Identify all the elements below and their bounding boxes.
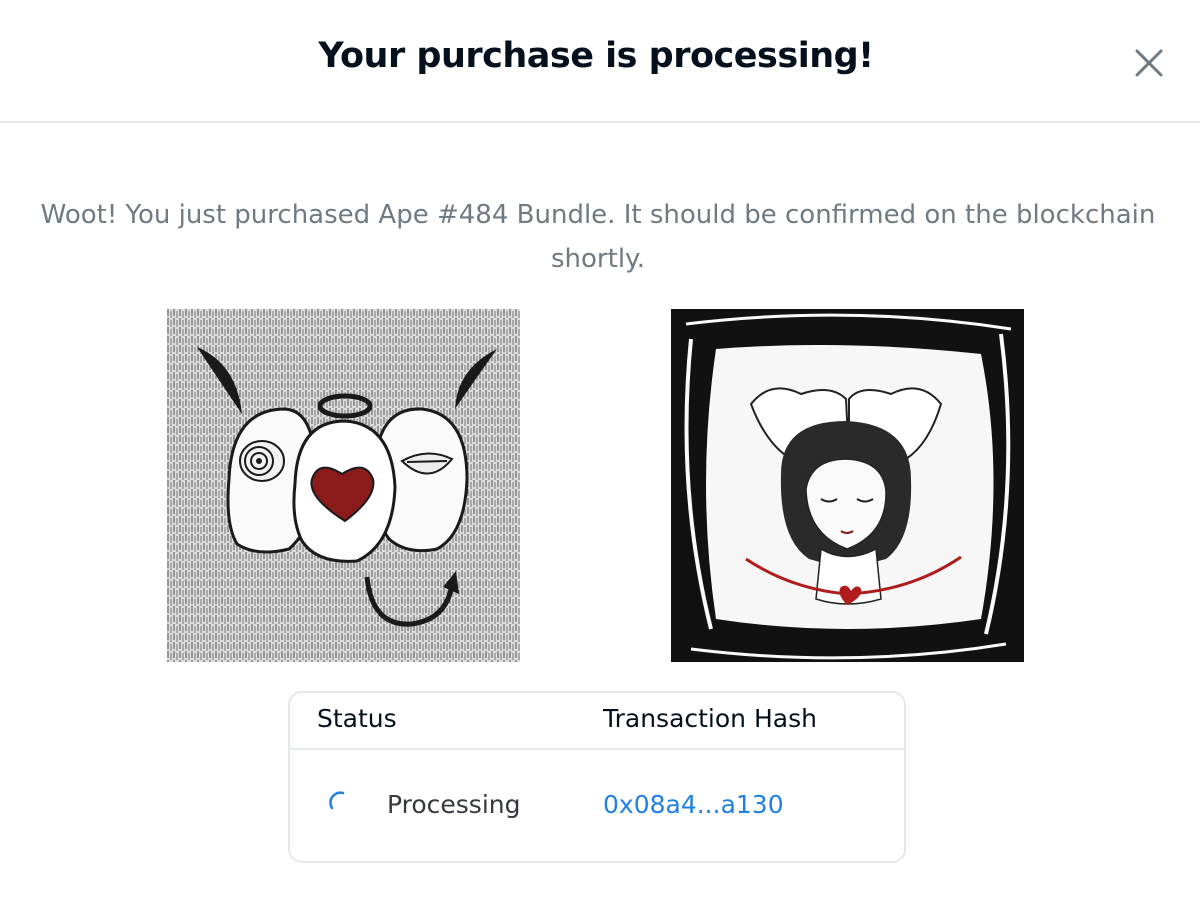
modal-title: Your purchase is processing!	[318, 36, 874, 76]
transaction-table: Status Transaction Hash Processing 0x08a…	[288, 691, 906, 863]
nft-image-ape-bundle-2	[671, 309, 1024, 662]
purchase-modal: Your purchase is processing! Woot! You j…	[0, 0, 1200, 917]
hash-column-header: Transaction Hash	[603, 704, 817, 733]
loading-spinner-icon	[328, 790, 350, 812]
close-icon	[1135, 49, 1163, 77]
purchase-message: Woot! You just purchased Ape #484 Bundle…	[40, 200, 1156, 274]
transaction-table-header: Status Transaction Hash	[290, 693, 904, 750]
transaction-status: Processing	[387, 790, 521, 819]
transaction-hash-link[interactable]: 0x08a4...a130	[603, 790, 784, 819]
status-column-header: Status	[317, 704, 397, 733]
close-button[interactable]	[1128, 42, 1170, 84]
nft-image-ape-bundle-1	[167, 309, 520, 662]
modal-header: Your purchase is processing!	[0, 0, 1200, 123]
